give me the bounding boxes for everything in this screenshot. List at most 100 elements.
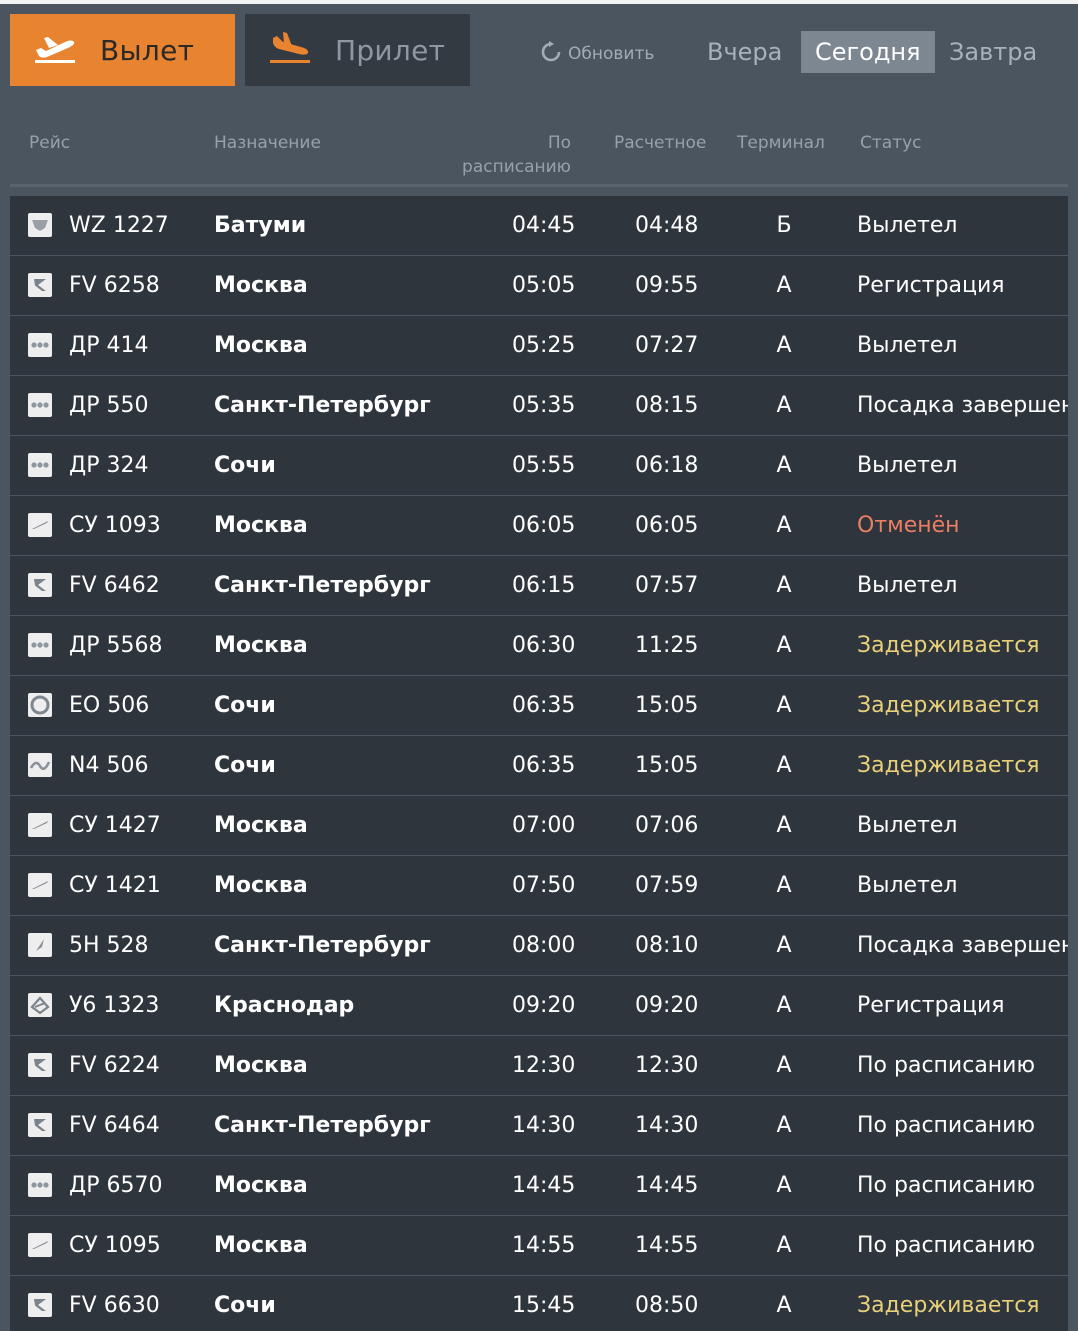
- destination: Сочи: [214, 453, 276, 478]
- terminal: Б: [776, 213, 792, 238]
- destination: Москва: [214, 633, 308, 658]
- estimated-time: 04:48: [635, 213, 699, 238]
- tab-arrivals-label: Прилет: [335, 33, 446, 67]
- destination: Санкт-Петербург: [214, 933, 431, 958]
- estimated-time: 06:05: [635, 513, 699, 538]
- table-row[interactable]: СУ 1095 Москва 14:55 14:55 А По расписанию: [10, 1216, 1068, 1276]
- scheduled-time: 12:30: [512, 1053, 576, 1078]
- top-edge: [0, 0, 1078, 4]
- tab-tomorrow[interactable]: Завтра: [935, 31, 1051, 73]
- scheduled-time: 04:45: [512, 213, 576, 238]
- terminal: А: [776, 753, 792, 778]
- tab-departures[interactable]: Вылет: [10, 14, 235, 86]
- tab-today[interactable]: Сегодня: [801, 31, 935, 73]
- table-row[interactable]: ДР 324 Сочи 05:55 06:18 А Вылетел: [10, 436, 1068, 496]
- airline-logo-fv: [28, 1293, 52, 1317]
- table-row[interactable]: СУ 1093 Москва 06:05 06:05 А Отменён: [10, 496, 1068, 556]
- scheduled-time: 06:35: [512, 693, 576, 718]
- airline-logo-su: [28, 873, 52, 897]
- terminal: А: [776, 273, 792, 298]
- destination: Санкт-Петербург: [214, 1113, 431, 1138]
- terminal: А: [776, 813, 792, 838]
- column-header-scheduled-line2: расписанию: [462, 157, 571, 177]
- status: Задерживается: [857, 693, 1040, 718]
- airline-logo-dp: [28, 1173, 52, 1197]
- column-header-flight: Рейс: [29, 133, 71, 153]
- terminal: А: [776, 1293, 792, 1318]
- destination: Санкт-Петербург: [214, 393, 431, 418]
- table-row[interactable]: 5Н 528 Санкт-Петербург 08:00 08:10 А Посадка …: [10, 916, 1068, 976]
- flight-number: WZ 1227: [69, 213, 169, 238]
- terminal: А: [776, 513, 792, 538]
- destination: Москва: [214, 1053, 308, 1078]
- flight-list: WZ 1227 Батуми 04:45 04:48 Б Вылетел FV 6258 Мо…: [10, 196, 1068, 1331]
- table-row[interactable]: ДР 414 Москва 05:25 07:27 А Вылетел: [10, 316, 1068, 376]
- airline-logo-fv: [28, 1113, 52, 1137]
- scheduled-time: 06:35: [512, 753, 576, 778]
- column-header-destination: Назначение: [214, 133, 321, 153]
- status: По расписанию: [857, 1173, 1035, 1198]
- table-row[interactable]: WZ 1227 Батуми 04:45 04:48 Б Вылетел: [10, 196, 1068, 256]
- airline-logo-dp: [28, 453, 52, 477]
- terminal: А: [776, 993, 792, 1018]
- status: По расписанию: [857, 1113, 1035, 1138]
- airline-logo-su: [28, 1233, 52, 1257]
- estimated-time: 08:10: [635, 933, 699, 958]
- flight-number: ДР 550: [69, 393, 149, 418]
- table-row[interactable]: У6 1323 Краснодар 09:20 09:20 А Регистрация: [10, 976, 1068, 1036]
- table-row[interactable]: N4 506 Сочи 06:35 15:05 А Задерживается: [10, 736, 1068, 796]
- flight-number: У6 1323: [69, 993, 160, 1018]
- airline-logo-u6: [28, 993, 52, 1017]
- airline-logo-n4: [28, 753, 52, 777]
- status: Вылетел: [857, 813, 958, 838]
- table-row[interactable]: EO 506 Сочи 06:35 15:05 А Задерживается: [10, 676, 1068, 736]
- status: Вылетел: [857, 873, 958, 898]
- estimated-time: 14:45: [635, 1173, 699, 1198]
- status: По расписанию: [857, 1053, 1035, 1078]
- table-row[interactable]: FV 6462 Санкт-Петербург 06:15 07:57 А Вылетел: [10, 556, 1068, 616]
- table-row[interactable]: FV 6224 Москва 12:30 12:30 А По расписанию: [10, 1036, 1068, 1096]
- flight-number: FV 6224: [69, 1053, 160, 1078]
- destination: Батуми: [214, 213, 307, 238]
- refresh-button[interactable]: Обновить: [540, 40, 654, 68]
- tab-yesterday[interactable]: Вчера: [693, 31, 796, 73]
- terminal: А: [776, 453, 792, 478]
- destination: Москва: [214, 1233, 308, 1258]
- estimated-time: 12:30: [635, 1053, 699, 1078]
- terminal: А: [776, 633, 792, 658]
- tab-departures-label: Вылет: [100, 33, 195, 67]
- terminal: А: [776, 1173, 792, 1198]
- table-row[interactable]: ДР 6570 Москва 14:45 14:45 А По расписанию: [10, 1156, 1068, 1216]
- scheduled-time: 06:15: [512, 573, 576, 598]
- estimated-time: 07:27: [635, 333, 699, 358]
- destination: Москва: [214, 1173, 308, 1198]
- table-row[interactable]: ДР 550 Санкт-Петербург 05:35 08:15 А Посадка …: [10, 376, 1068, 436]
- table-row[interactable]: FV 6630 Сочи 15:45 08:50 А Задерживается: [10, 1276, 1068, 1331]
- airline-logo-eo: [28, 693, 52, 717]
- destination: Москва: [214, 513, 308, 538]
- plane-landing-icon: [267, 30, 313, 71]
- flight-number: EO 506: [69, 693, 150, 718]
- flight-number: FV 6462: [69, 573, 160, 598]
- status: Отменён: [857, 513, 960, 538]
- flight-number: ДР 324: [69, 453, 149, 478]
- refresh-icon: [540, 40, 568, 68]
- tab-arrivals[interactable]: Прилет: [245, 14, 470, 86]
- table-row[interactable]: СУ 1427 Москва 07:00 07:06 А Вылетел: [10, 796, 1068, 856]
- scheduled-time: 06:05: [512, 513, 576, 538]
- status: Вылетел: [857, 453, 958, 478]
- terminal: А: [776, 1113, 792, 1138]
- header-divider: [10, 184, 1068, 187]
- table-row[interactable]: ДР 5568 Москва 06:30 11:25 А Задерживается: [10, 616, 1068, 676]
- status: По расписанию: [857, 1233, 1035, 1258]
- column-header-estimated: Расчетное: [614, 133, 707, 153]
- table-row[interactable]: FV 6258 Москва 05:05 09:55 А Регистрация: [10, 256, 1068, 316]
- flight-board: Вылет Прилет Обновить Вчера Сегодня Завт…: [0, 0, 1078, 1331]
- status: Регистрация: [857, 993, 1005, 1018]
- table-row[interactable]: СУ 1421 Москва 07:50 07:59 А Вылетел: [10, 856, 1068, 916]
- flight-number: СУ 1093: [69, 513, 161, 538]
- scheduled-time: 14:45: [512, 1173, 576, 1198]
- destination: Санкт-Петербург: [214, 573, 431, 598]
- table-row[interactable]: FV 6464 Санкт-Петербург 14:30 14:30 А По расп…: [10, 1096, 1068, 1156]
- destination: Москва: [214, 333, 308, 358]
